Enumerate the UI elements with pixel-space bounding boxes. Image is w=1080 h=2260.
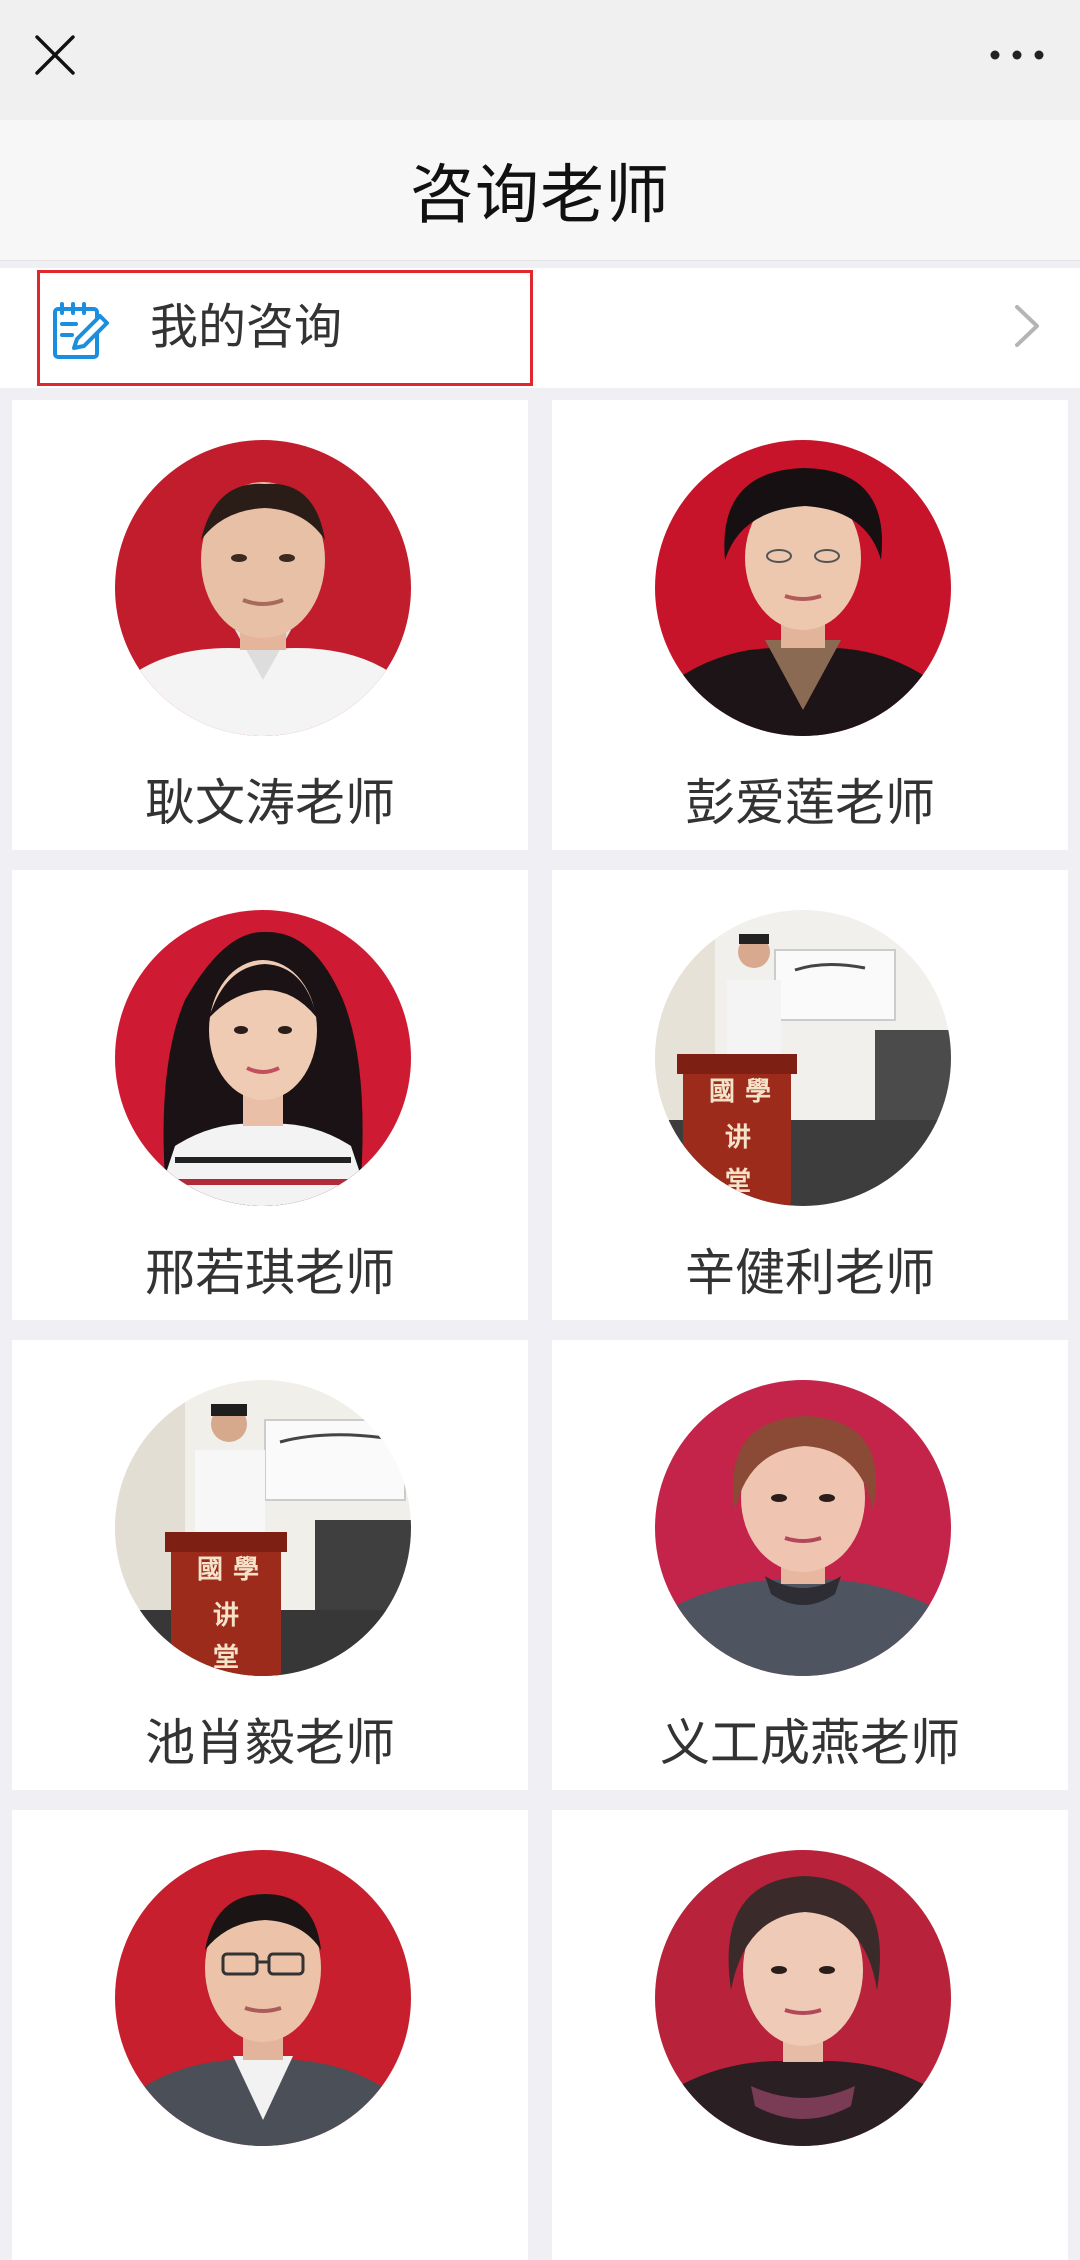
my-consultation-label: 我的咨询	[150, 299, 343, 355]
podium-char: 學	[745, 1077, 771, 1107]
podium-char: 堂	[725, 1167, 751, 1197]
teacher-name: 邢若琪老师	[145, 1244, 395, 1302]
teacher-avatar: 國 學 讲 堂	[115, 1380, 411, 1676]
teacher-card[interactable]	[12, 1810, 528, 2260]
more-dots-icon	[990, 50, 1044, 60]
podium-char: 讲	[213, 1601, 239, 1631]
teacher-name: 耿文涛老师	[145, 774, 395, 832]
podium-char: 堂	[213, 1643, 239, 1673]
teacher-name: 义工成燕老师	[660, 1714, 960, 1772]
teacher-avatar	[655, 1850, 951, 2146]
edit-note-icon	[53, 302, 109, 359]
podium-char: 國	[709, 1077, 735, 1107]
teacher-name: 辛健利老师	[685, 1244, 935, 1302]
teacher-card[interactable]: 彭爱莲老师	[552, 400, 1068, 850]
close-button[interactable]	[22, 22, 88, 88]
teacher-avatar	[115, 910, 411, 1206]
more-options-button[interactable]	[982, 30, 1052, 80]
podium-char: 學	[233, 1555, 259, 1585]
chevron-right-icon	[1015, 305, 1039, 347]
close-icon	[35, 35, 75, 75]
teacher-card[interactable]: 耿文涛老师	[12, 400, 528, 850]
teacher-card[interactable]: 國 學 讲 堂 辛健利老师	[552, 870, 1068, 1320]
page-title: 咨询老师	[410, 159, 670, 233]
teacher-avatar	[115, 440, 411, 736]
top-bar	[0, 0, 1080, 120]
title-bar: 咨询老师	[0, 120, 1080, 261]
teacher-card[interactable]: 邢若琪老师	[12, 870, 528, 1320]
podium-char: 讲	[725, 1123, 751, 1153]
teacher-card[interactable]: 义工成燕老师	[552, 1340, 1068, 1790]
teacher-card[interactable]: 國 學 讲 堂 池肖毅老师	[12, 1340, 528, 1790]
teacher-avatar	[655, 440, 951, 736]
teacher-name: 彭爱莲老师	[685, 774, 935, 832]
teacher-avatar: 國 學 讲 堂	[655, 910, 951, 1206]
teacher-avatar	[655, 1380, 951, 1676]
teacher-name: 池肖毅老师	[145, 1714, 395, 1772]
podium-char: 國	[197, 1555, 223, 1585]
teacher-card[interactable]	[552, 1810, 1068, 2260]
teacher-avatar	[115, 1850, 411, 2146]
